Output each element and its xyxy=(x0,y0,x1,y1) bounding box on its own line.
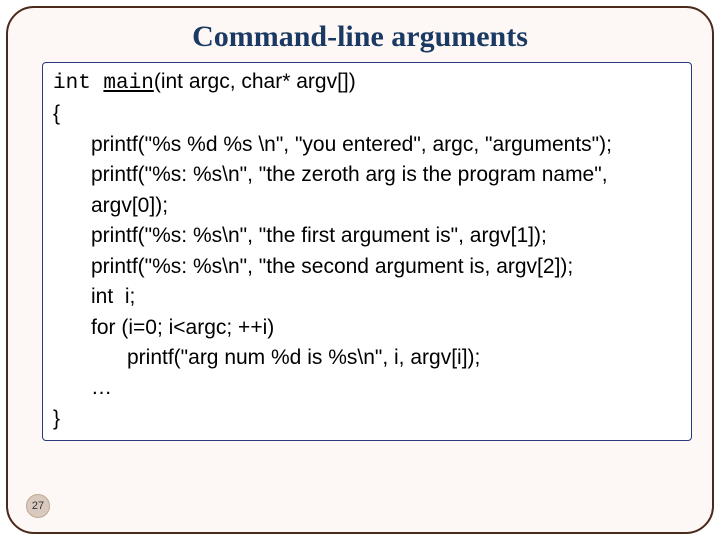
code-line: printf("%s: %s\n", "the first argument i… xyxy=(53,221,681,251)
code-line: { xyxy=(53,99,681,129)
code-line: printf("%s: %s\n", "the second argument … xyxy=(53,252,681,282)
code-line: … xyxy=(53,373,681,403)
page-number-badge: 27 xyxy=(26,494,50,518)
code-line: for (i=0; i<argc; ++i) xyxy=(53,313,681,343)
signature-rest: (int argc, char* argv[]) xyxy=(154,70,356,93)
code-line: int i; xyxy=(53,282,681,312)
code-line: printf("%s: %s\n", "the zeroth arg is th… xyxy=(53,160,681,190)
code-line: argv[0]); xyxy=(53,191,681,221)
code-block: int main(int argc, char* argv[]) { print… xyxy=(42,62,692,441)
func-main: main xyxy=(103,72,153,95)
code-line: int main(int argc, char* argv[]) xyxy=(53,67,681,99)
code-line: printf("%s %d %s \n", "you entered", arg… xyxy=(53,130,681,160)
slide-title: Command-line arguments xyxy=(8,20,712,54)
code-line: printf("arg num %d is %s\n", i, argv[i])… xyxy=(53,343,681,373)
code-line: } xyxy=(53,404,681,434)
slide-frame: Command-line arguments int main(int argc… xyxy=(6,6,714,534)
keyword-int: int xyxy=(53,72,103,95)
